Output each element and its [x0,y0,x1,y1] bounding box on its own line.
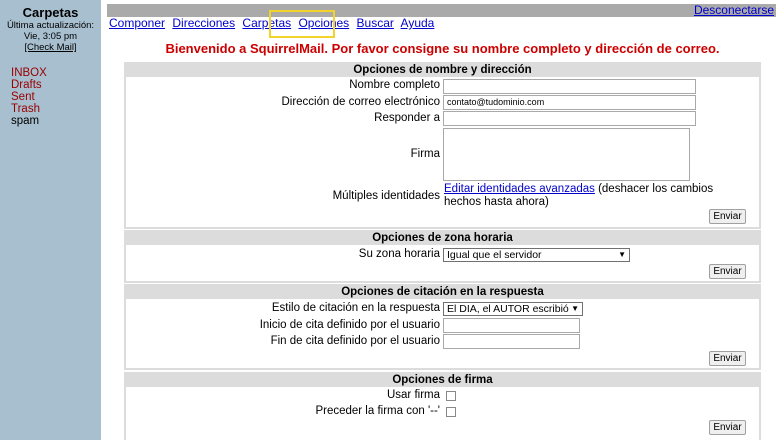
full-name-input[interactable] [443,79,696,94]
reply-section-title: Opciones de citación en la respuesta [126,286,759,299]
identity-submit-button[interactable]: Enviar [709,209,746,224]
folder-trash[interactable]: Trash [11,103,101,115]
identity-section: Opciones de nombre y dirección Nombre co… [124,62,761,229]
signature-label: Firma [410,148,440,160]
folder-sent[interactable]: Sent [11,91,101,103]
reply-to-input[interactable] [443,111,696,126]
reply-to-label: Responder a [374,112,440,124]
timezone-submit-button[interactable]: Enviar [709,264,746,279]
signature-section: Opciones de firma Usar firma Preceder la… [124,372,761,440]
timezone-value: Igual que el servidor [447,249,542,261]
email-input[interactable]: contato@tudominio.com [443,95,696,110]
quote-end-input[interactable] [443,334,580,349]
timezone-section-title: Opciones de zona horaria [126,232,759,245]
full-name-label: Nombre completo [349,79,440,91]
prefix-signature-checkbox[interactable] [446,407,456,417]
timezone-section: Opciones de zona horaria Su zona horaria… [124,230,761,283]
prefix-signature-label: Preceder la firma con '--' [315,405,440,417]
folder-list: INBOX Drafts Sent Trash spam [11,67,101,127]
advanced-identities-link[interactable]: Editar identidades avanzadas [444,183,595,195]
folders-title: Carpetas [22,5,79,20]
last-update-time: Vie, 3:05 pm [23,31,78,42]
check-mail-link[interactable]: [Check Mail] [24,42,76,53]
folder-drafts[interactable]: Drafts [11,79,101,91]
timezone-label: Su zona horaria [358,248,440,260]
dropdown-arrow-icon: ▼ [618,250,626,259]
folder-pane: Carpetas Última actualización: Vie, 3:05… [0,0,101,440]
reply-submit-button[interactable]: Enviar [709,351,746,366]
menu-compose[interactable]: Componer [109,16,165,30]
main-pane: Desconectarse Componer Direcciones Carpe… [107,0,778,440]
logout-link[interactable]: Desconectarse [694,3,774,17]
signature-submit-button[interactable]: Enviar [709,420,746,435]
folder-spam[interactable]: spam [11,115,101,127]
use-signature-checkbox[interactable] [446,391,456,401]
quote-end-label: Fin de cita definido por el usuario [270,335,440,347]
multiple-identities-label: Múltiples identidades [332,190,440,202]
timezone-select[interactable]: Igual que el servidor ▼ [443,248,630,262]
use-signature-label: Usar firma [386,389,440,401]
email-label: Dirección de correo electrónico [281,96,440,108]
multiple-identities-text: Editar identidades avanzadas (deshacer l… [444,183,744,209]
last-update-label: Última actualización: [6,20,95,31]
identity-section-title: Opciones de nombre y dirección [126,64,759,77]
quote-start-input[interactable] [443,318,580,333]
reply-section: Opciones de citación en la respuesta Est… [124,284,761,370]
quote-style-value: El DIA, el AUTOR escribió [447,303,569,315]
menu-addresses[interactable]: Direcciones [172,16,235,30]
signature-textarea[interactable] [443,128,690,181]
quote-start-label: Inicio de cita definido por el usuario [259,319,440,331]
menu-help[interactable]: Ayuda [401,16,435,30]
signature-section-title: Opciones de firma [126,374,759,387]
quote-style-select[interactable]: El DIA, el AUTOR escribió ▼ [443,302,583,316]
menu-search[interactable]: Buscar [357,16,394,30]
welcome-message: Bienvenido a SquirrelMail. Por favor con… [165,41,720,56]
folder-inbox[interactable]: INBOX [11,67,101,79]
dropdown-arrow-icon: ▼ [571,304,579,313]
quote-style-label: Estilo de citación en la respuesta [271,302,440,314]
highlight-box [269,10,335,38]
